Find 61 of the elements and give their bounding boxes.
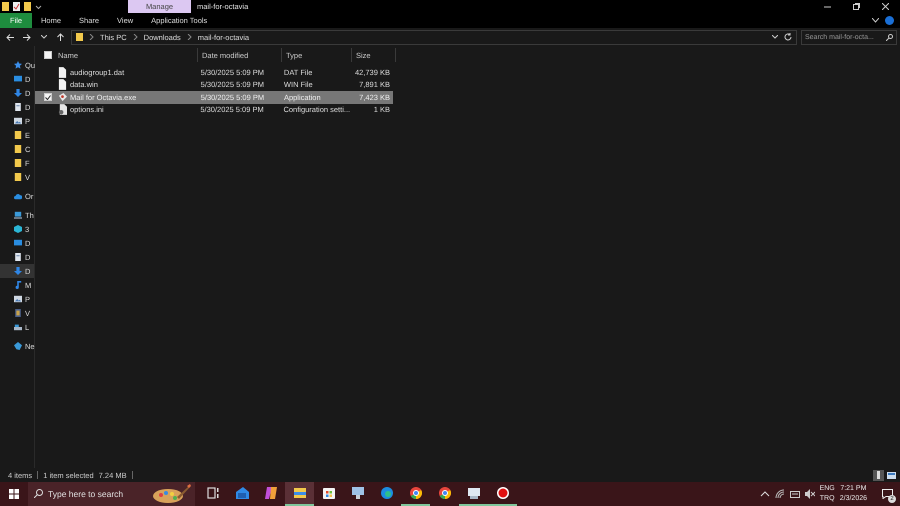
- select-all-checkbox[interactable]: [44, 51, 52, 59]
- close-icon[interactable]: [882, 3, 889, 10]
- network-icon: [14, 342, 22, 350]
- document-icon: [14, 103, 22, 111]
- drive-icon: [14, 323, 22, 331]
- record-icon: [494, 485, 510, 501]
- file-icon: [58, 79, 67, 90]
- application-icon: [58, 92, 67, 103]
- wifi-icon[interactable]: [774, 489, 785, 499]
- chevron-icon[interactable]: [872, 18, 879, 23]
- download-icon: [14, 89, 22, 97]
- chrome-icon: [408, 485, 424, 501]
- properties-icon[interactable]: [13, 2, 20, 11]
- store-icon: [320, 485, 336, 501]
- monitor-icon: [350, 485, 366, 501]
- download-icon: [14, 267, 22, 275]
- volume-muted-icon[interactable]: [804, 489, 815, 499]
- desktop-icon: [14, 75, 22, 83]
- refresh-icon[interactable]: [784, 33, 792, 41]
- up-icon[interactable]: [57, 33, 64, 41]
- dropdown-icon[interactable]: [772, 35, 778, 39]
- copilot-icon: [262, 485, 278, 501]
- file-icon: [58, 66, 67, 78]
- folder-icon: [76, 33, 83, 41]
- taskbar-search-field[interactable]: Type here to search: [28, 482, 195, 506]
- search-icon: [886, 34, 893, 40]
- document-icon: [14, 253, 22, 261]
- help-icon[interactable]: [885, 16, 894, 25]
- edge-icon: [378, 485, 394, 501]
- pictures-icon: [14, 117, 22, 125]
- cloud-icon: [14, 192, 22, 200]
- cube-icon: [14, 225, 22, 233]
- taskview-icon: [204, 485, 220, 501]
- picture-view-icon: [887, 472, 896, 478]
- large-icons-view-button[interactable]: [886, 470, 897, 480]
- taskbar-app[interactable]: [285, 482, 314, 506]
- explorer-icon: [292, 485, 308, 501]
- keyboard-icon[interactable]: [790, 489, 800, 499]
- mail-icon: [234, 485, 250, 501]
- video-icon: [14, 309, 22, 317]
- music-icon: [14, 281, 22, 289]
- caret-icon[interactable]: [40, 35, 46, 39]
- details-view-icon: [877, 471, 880, 479]
- forward-icon[interactable]: [22, 34, 30, 40]
- search-icon: [34, 489, 43, 498]
- row-checkbox[interactable]: [44, 93, 52, 102]
- chevron-icon: [89, 34, 94, 40]
- desktop-icon: [14, 239, 22, 247]
- chrome-icon: [436, 485, 452, 501]
- restore-icon[interactable]: [853, 3, 860, 10]
- computer-icon: [466, 485, 482, 501]
- chevron-icon: [186, 34, 192, 40]
- chevron-up-icon[interactable]: [760, 489, 770, 499]
- pictures-icon: [14, 295, 22, 303]
- windows-start-icon[interactable]: [9, 489, 19, 499]
- details-view-button[interactable]: [873, 470, 884, 480]
- chevron-icon: [132, 34, 138, 40]
- pc-icon: [14, 211, 22, 219]
- settings-file-icon: [58, 104, 67, 116]
- back-icon[interactable]: [6, 34, 14, 40]
- star-icon: [14, 61, 22, 69]
